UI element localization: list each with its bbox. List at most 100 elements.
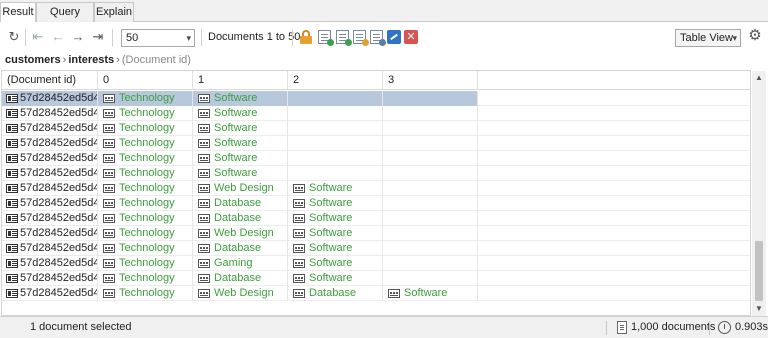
- view-mode-select[interactable]: Table View ▾: [675, 29, 741, 47]
- array-value-cell[interactable]: [288, 151, 383, 166]
- array-value-cell[interactable]: Software: [193, 91, 288, 106]
- array-value-cell[interactable]: Software: [193, 121, 288, 136]
- column-header-1[interactable]: 1: [193, 71, 288, 90]
- table-row[interactable]: 57d28452ed5d4... Technology Web Design Soft…: [2, 226, 750, 241]
- document-id-cell[interactable]: 57d28452ed5d4...: [2, 151, 98, 166]
- table-row[interactable]: 57d28452ed5d4... Technology Software: [2, 151, 750, 166]
- document-id-cell[interactable]: 57d28452ed5d4...: [2, 211, 98, 226]
- table-row[interactable]: 57d28452ed5d4... Technology Software: [2, 91, 750, 106]
- tab-result[interactable]: Result: [0, 2, 36, 23]
- array-value-cell[interactable]: Software: [288, 181, 383, 196]
- array-value-cell[interactable]: [288, 166, 383, 181]
- first-page-icon[interactable]: ⇤: [31, 30, 45, 44]
- array-value-cell[interactable]: Software: [193, 151, 288, 166]
- table-row[interactable]: 57d28452ed5d4... Technology Database Softwa…: [2, 211, 750, 226]
- array-value-cell[interactable]: Technology: [98, 91, 193, 106]
- array-value-cell[interactable]: Database: [193, 196, 288, 211]
- array-value-cell[interactable]: [288, 136, 383, 151]
- array-value-cell[interactable]: Database: [193, 271, 288, 286]
- refresh-icon[interactable]: ↻: [7, 30, 21, 44]
- previous-page-icon[interactable]: ←: [51, 30, 65, 44]
- view-document-icon[interactable]: [370, 30, 386, 46]
- array-value-cell[interactable]: Technology: [98, 121, 193, 136]
- array-value-cell[interactable]: Software: [193, 106, 288, 121]
- document-id-cell[interactable]: 57d28452ed5d4...: [2, 166, 98, 181]
- array-value-cell[interactable]: Web Design: [193, 286, 288, 301]
- table-row[interactable]: 57d28452ed5d4... Technology Web Design Soft…: [2, 181, 750, 196]
- array-value-cell[interactable]: [383, 121, 478, 136]
- document-id-cell[interactable]: 57d28452ed5d4...: [2, 256, 98, 271]
- array-value-cell[interactable]: Gaming: [193, 256, 288, 271]
- scroll-up-icon[interactable]: ▲: [752, 71, 766, 85]
- array-value-cell[interactable]: Software: [288, 211, 383, 226]
- array-value-cell[interactable]: Software: [383, 286, 478, 301]
- table-row[interactable]: 57d28452ed5d4... Technology Database Softwa…: [2, 241, 750, 256]
- settings-icon[interactable]: ⚙: [747, 28, 763, 44]
- column-header-2[interactable]: 2: [288, 71, 383, 90]
- array-value-cell[interactable]: Technology: [98, 256, 193, 271]
- array-value-cell[interactable]: Software: [288, 271, 383, 286]
- array-value-cell[interactable]: Technology: [98, 181, 193, 196]
- document-id-cell[interactable]: 57d28452ed5d4...: [2, 121, 98, 136]
- table-row[interactable]: 57d28452ed5d4... Technology Software: [2, 166, 750, 181]
- array-value-cell[interactable]: Technology: [98, 196, 193, 211]
- array-value-cell[interactable]: Technology: [98, 286, 193, 301]
- array-value-cell[interactable]: [383, 241, 478, 256]
- table-row[interactable]: 57d28452ed5d4... Technology Gaming Software: [2, 256, 750, 271]
- document-id-cell[interactable]: 57d28452ed5d4...: [2, 286, 98, 301]
- array-value-cell[interactable]: [383, 196, 478, 211]
- array-value-cell[interactable]: Web Design: [193, 226, 288, 241]
- delete-icon[interactable]: ✕: [404, 30, 418, 44]
- array-value-cell[interactable]: Software: [288, 256, 383, 271]
- array-value-cell[interactable]: [383, 106, 478, 121]
- array-value-cell[interactable]: Technology: [98, 166, 193, 181]
- document-id-cell[interactable]: 57d28452ed5d4...: [2, 226, 98, 241]
- vertical-scrollbar[interactable]: ▲ ▼: [752, 71, 766, 316]
- document-id-cell[interactable]: 57d28452ed5d4...: [2, 106, 98, 121]
- lock-icon[interactable]: [300, 30, 312, 44]
- table-row[interactable]: 57d28452ed5d4... Technology Web Design Data…: [2, 286, 750, 301]
- array-value-cell[interactable]: Database: [288, 286, 383, 301]
- array-value-cell[interactable]: Software: [193, 166, 288, 181]
- array-value-cell[interactable]: Web Design: [193, 181, 288, 196]
- column-header-0[interactable]: 0: [98, 71, 193, 90]
- table-row[interactable]: 57d28452ed5d4... Technology Software: [2, 106, 750, 121]
- array-value-cell[interactable]: Software: [288, 226, 383, 241]
- array-value-cell[interactable]: [288, 121, 383, 136]
- array-value-cell[interactable]: Technology: [98, 226, 193, 241]
- column-header-document-id[interactable]: (Document id): [2, 71, 98, 90]
- array-value-cell[interactable]: Technology: [98, 211, 193, 226]
- add-document-icon[interactable]: [318, 30, 334, 46]
- scroll-down-icon[interactable]: ▼: [752, 302, 766, 316]
- table-row[interactable]: 57d28452ed5d4... Technology Software: [2, 121, 750, 136]
- array-value-cell[interactable]: [383, 181, 478, 196]
- document-id-cell[interactable]: 57d28452ed5d4...: [2, 196, 98, 211]
- table-row[interactable]: 57d28452ed5d4... Technology Database Softwa…: [2, 271, 750, 286]
- array-value-cell[interactable]: [383, 271, 478, 286]
- breadcrumb-collection[interactable]: customers: [5, 54, 61, 66]
- document-id-cell[interactable]: 57d28452ed5d4...: [2, 136, 98, 151]
- array-value-cell[interactable]: Technology: [98, 106, 193, 121]
- document-id-cell[interactable]: 57d28452ed5d4...: [2, 91, 98, 106]
- array-value-cell[interactable]: [383, 211, 478, 226]
- page-size-select[interactable]: 50 ▾: [121, 29, 195, 47]
- save-icon[interactable]: [387, 30, 401, 44]
- edit-document-icon[interactable]: [353, 30, 369, 46]
- last-page-icon[interactable]: ⇥: [91, 30, 105, 44]
- array-value-cell[interactable]: Technology: [98, 271, 193, 286]
- next-page-icon[interactable]: →: [71, 30, 85, 44]
- array-value-cell[interactable]: Database: [193, 211, 288, 226]
- array-value-cell[interactable]: Technology: [98, 151, 193, 166]
- array-value-cell[interactable]: [288, 106, 383, 121]
- array-value-cell[interactable]: [383, 166, 478, 181]
- array-value-cell[interactable]: Technology: [98, 136, 193, 151]
- table-row[interactable]: 57d28452ed5d4... Technology Software: [2, 136, 750, 151]
- array-value-cell[interactable]: Software: [193, 136, 288, 151]
- array-value-cell[interactable]: [383, 226, 478, 241]
- array-value-cell[interactable]: [383, 91, 478, 106]
- document-id-cell[interactable]: 57d28452ed5d4...: [2, 271, 98, 286]
- clone-document-icon[interactable]: [336, 30, 352, 46]
- array-value-cell[interactable]: [383, 256, 478, 271]
- tab-query-code[interactable]: Query Code: [36, 2, 94, 37]
- tab-explain[interactable]: Explain: [94, 2, 134, 22]
